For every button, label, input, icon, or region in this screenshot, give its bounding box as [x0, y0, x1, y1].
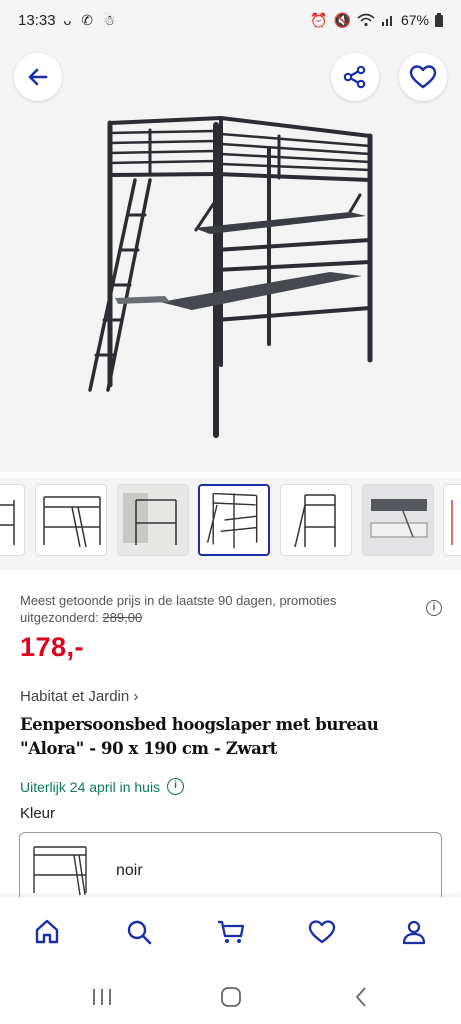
favorite-button[interactable]	[399, 53, 447, 101]
delivery-info: Uiterlijk 24 april in huis i	[20, 778, 185, 795]
thumbnail-image	[294, 494, 336, 548]
heart-icon	[308, 920, 336, 944]
recent-apps-button[interactable]	[90, 986, 114, 1008]
thumbnail-strip[interactable]	[0, 478, 461, 570]
status-notification-icons: ᴗ ✆ ☃	[63, 11, 119, 28]
thumbnail[interactable]	[443, 484, 461, 556]
user-icon	[402, 920, 426, 945]
home-icon	[35, 919, 59, 944]
product-image	[88, 116, 373, 438]
heart-icon	[409, 65, 437, 89]
thumbnail-image	[118, 485, 188, 555]
thumbnail-image	[0, 500, 15, 545]
delivery-text: Uiterlijk 24 april in huis	[20, 778, 161, 795]
nav-search[interactable]	[124, 917, 154, 947]
thumbnail[interactable]	[280, 484, 352, 556]
thumbnail[interactable]	[0, 484, 25, 556]
thumbnail-active[interactable]	[198, 484, 270, 556]
thumbnail-image	[451, 500, 453, 545]
current-price: 178,-	[20, 632, 85, 662]
color-swatch-image	[33, 846, 87, 896]
nav-cart[interactable]	[216, 917, 246, 947]
price-note-text: Meest getoonde prijs in de laatste 90 da…	[20, 593, 337, 625]
nav-wishlist[interactable]	[307, 917, 337, 947]
cart-icon	[218, 920, 245, 943]
mute-icon: 🔇	[333, 11, 351, 28]
bottom-navigation	[0, 897, 461, 969]
status-right: ⏰ 🔇 67%	[310, 12, 443, 29]
chevron-left-icon	[355, 987, 366, 1007]
color-label: Kleur	[20, 805, 56, 822]
color-value: noir	[116, 862, 143, 879]
price-section: Meest getoonde prijs in de laatste 90 da…	[20, 592, 445, 663]
arrow-left-icon	[28, 68, 48, 86]
signal-icon	[381, 16, 392, 26]
share-button[interactable]	[331, 53, 379, 101]
nav-home[interactable]	[32, 917, 62, 947]
system-navigation	[0, 969, 461, 1024]
back-button[interactable]	[14, 53, 62, 101]
share-icon	[343, 65, 366, 89]
recent-apps-icon	[93, 989, 111, 1005]
product-image-hero[interactable]	[0, 40, 461, 472]
home-system-button[interactable]	[219, 986, 243, 1008]
brand-name: Habitat et Jardin	[20, 688, 130, 705]
wifi-icon	[357, 13, 375, 27]
status-time: 13:33	[18, 11, 56, 29]
thumbnail-image	[206, 492, 258, 549]
thumbnail[interactable]	[117, 484, 189, 556]
thumbnail-image	[43, 496, 101, 548]
search-icon	[127, 920, 152, 945]
product-title: Eenpersoonsbed hoogslaper met bureau "Al…	[20, 715, 379, 758]
nav-account[interactable]	[399, 917, 429, 947]
battery-icon	[435, 13, 443, 27]
price-note: Meest getoonde prijs in de laatste 90 da…	[20, 592, 400, 626]
thumbnail-image	[363, 485, 433, 555]
thumbnail[interactable]	[362, 484, 434, 556]
chevron-right-icon: ›	[133, 688, 139, 705]
thumbnail[interactable]	[35, 484, 107, 556]
brand-link[interactable]: Habitat et Jardin ›	[20, 688, 138, 705]
status-bar: 13:33 ᴗ ✆ ☃ ⏰ 🔇 67%	[0, 0, 461, 40]
alarm-icon: ⏰	[310, 11, 328, 28]
home-circle-icon	[221, 987, 241, 1007]
battery-percent: 67%	[400, 12, 429, 28]
info-icon[interactable]: i	[167, 778, 185, 795]
back-system-button[interactable]	[349, 986, 373, 1008]
info-icon[interactable]: i	[426, 600, 442, 616]
old-price: 289,00	[102, 610, 143, 625]
